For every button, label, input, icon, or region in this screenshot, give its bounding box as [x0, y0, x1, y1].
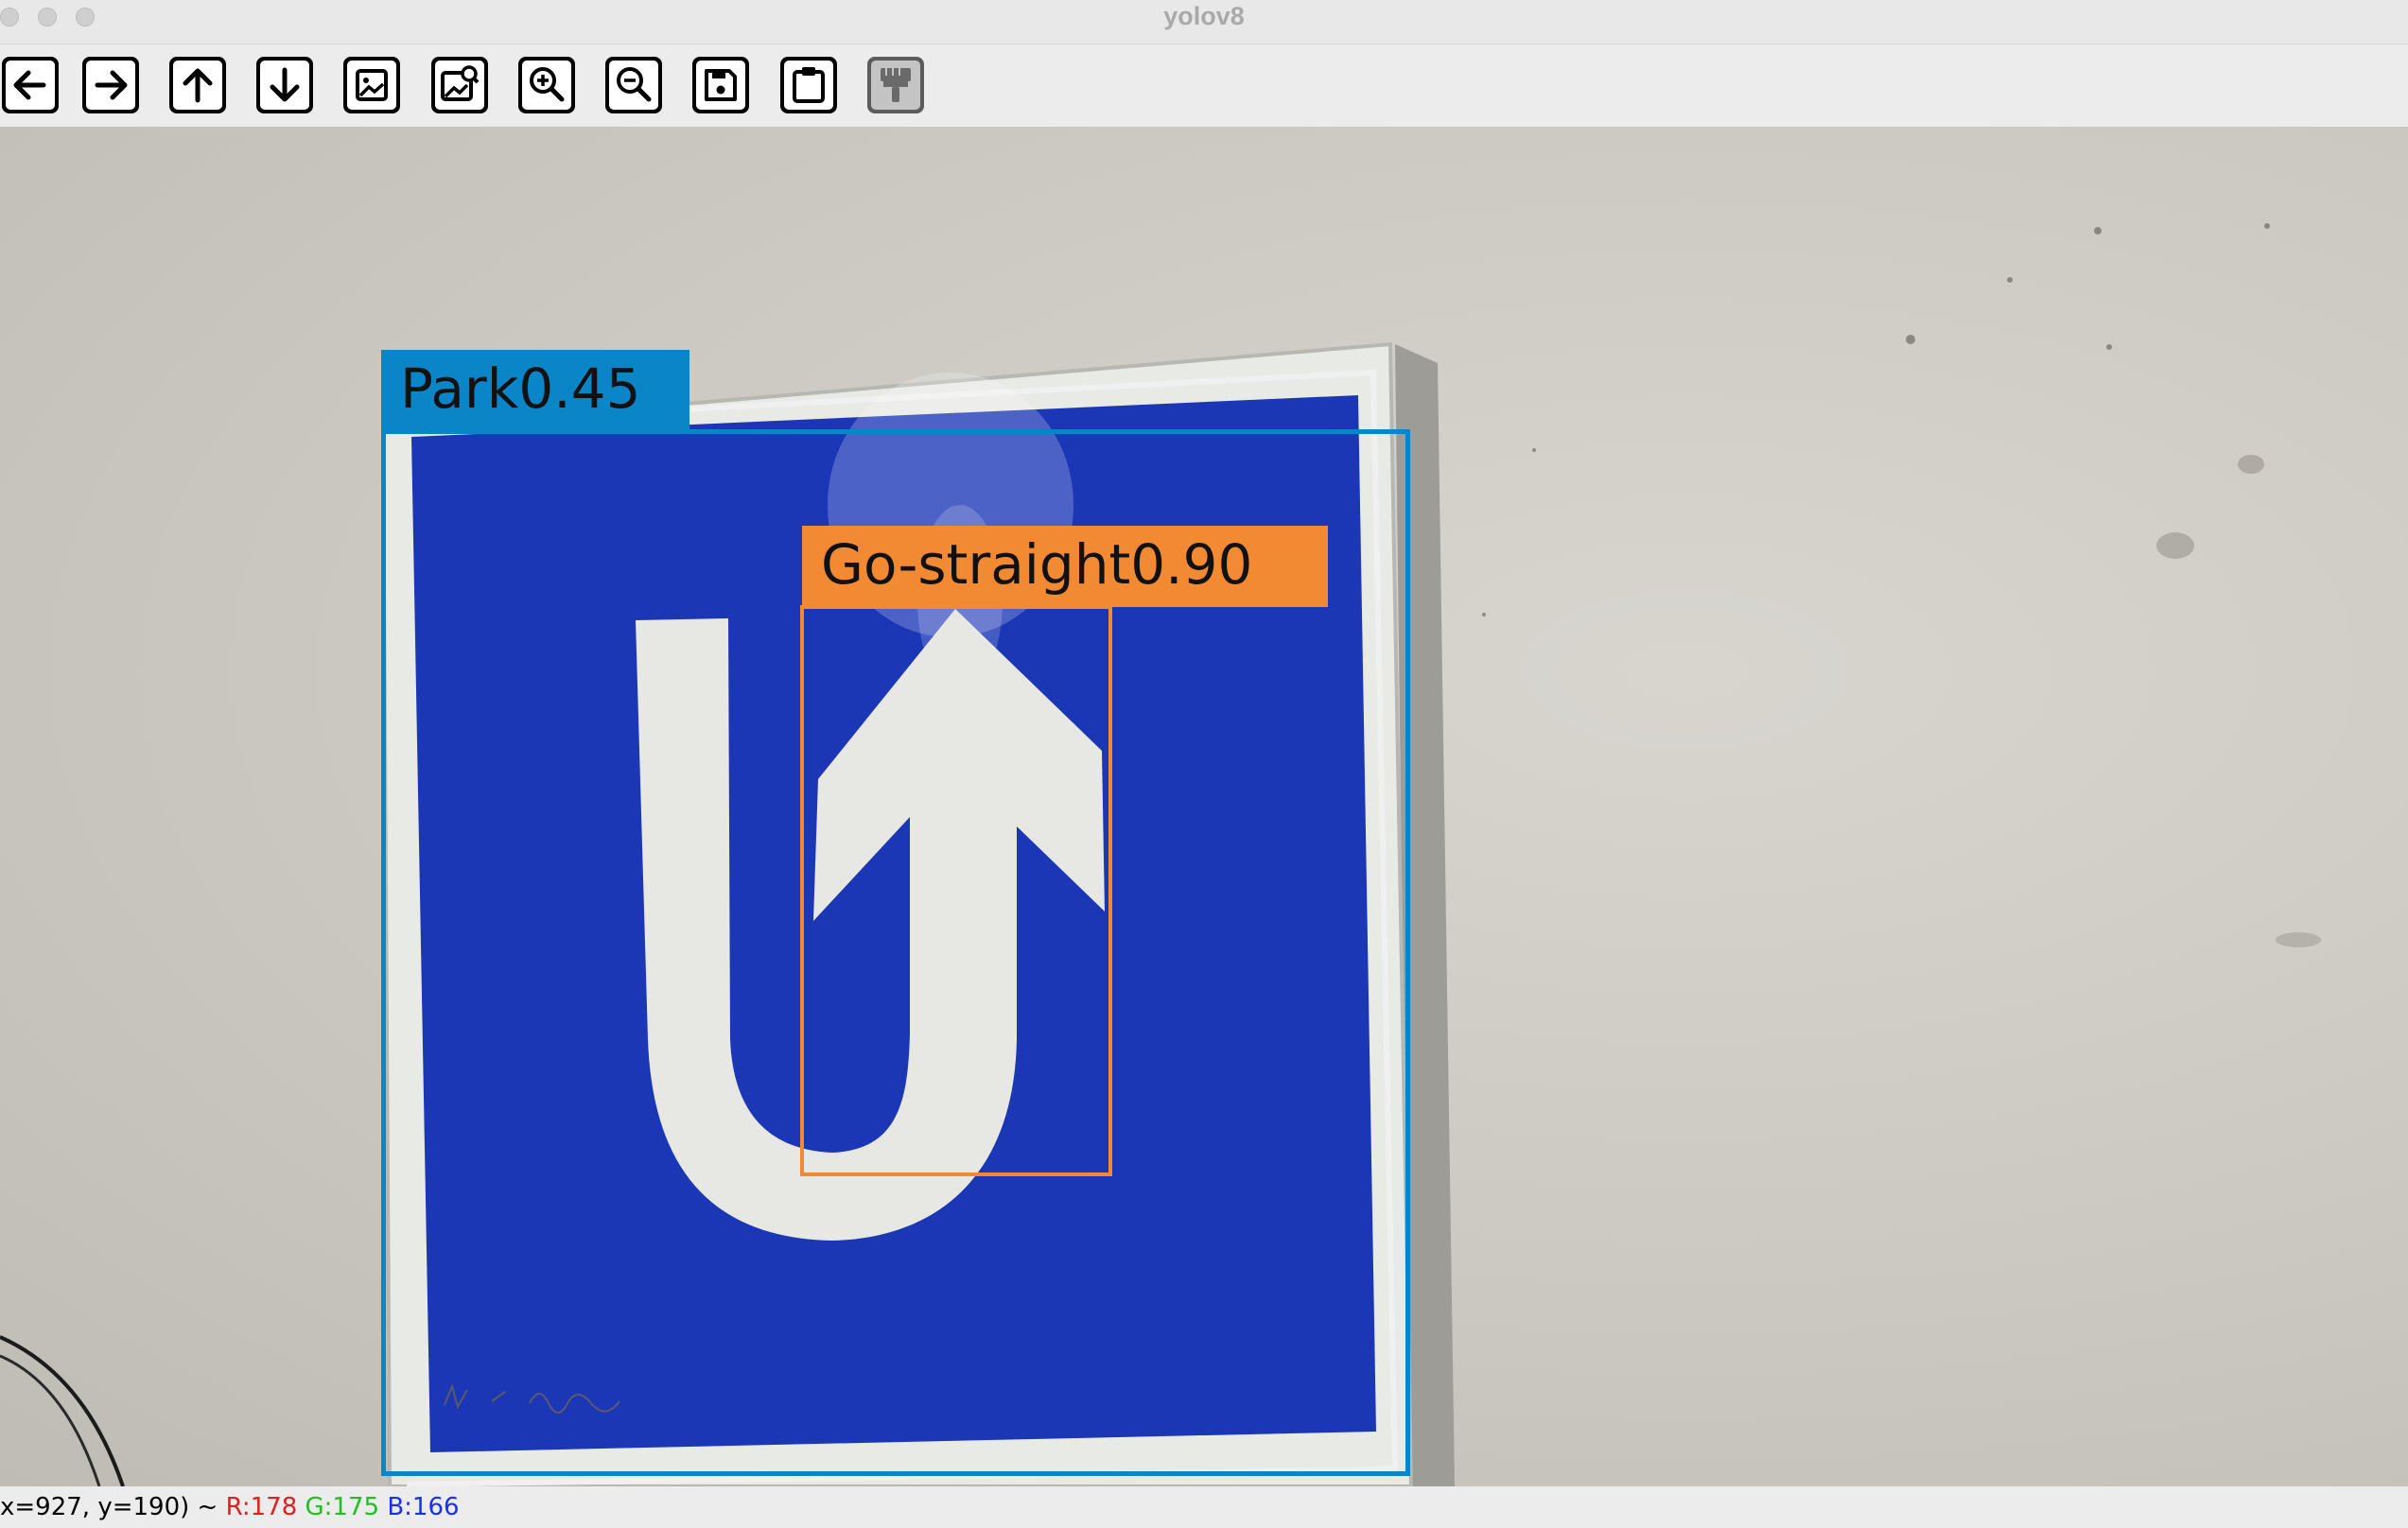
image-icon: [343, 57, 400, 113]
copy-clipboard-button[interactable]: [778, 55, 839, 115]
forward-button[interactable]: [80, 55, 141, 115]
paint-brush-icon: [867, 57, 924, 113]
status-red-value: R:178: [225, 1493, 298, 1521]
title-bar: yolov8: [0, 0, 2408, 44]
image-viewport[interactable]: Park0.45 Go-straight0.90: [0, 127, 2408, 1486]
status-bar: x=927, y=190) ~ R:178 G:175 B:166: [0, 1486, 2408, 1528]
status-green-value: G:175: [305, 1493, 380, 1521]
down-button[interactable]: [254, 55, 315, 115]
status-blue-value: B:166: [387, 1493, 460, 1521]
image-properties-button[interactable]: [429, 55, 490, 115]
properties-button[interactable]: [865, 55, 926, 115]
image-properties-icon: [431, 57, 488, 113]
toolbar: [0, 44, 2408, 128]
zoom-out-icon: [605, 57, 662, 113]
wall-marks: [1482, 223, 2321, 947]
save-button[interactable]: [690, 55, 751, 115]
cable: [0, 1335, 125, 1486]
up-button[interactable]: [167, 55, 228, 115]
status-coords: x=927, y=190) ~: [0, 1493, 226, 1521]
image-button[interactable]: [341, 55, 402, 115]
detection-label-go-straight: Go-straight0.90: [802, 526, 1328, 607]
zoom-in-icon: [518, 57, 575, 113]
back-button[interactable]: [0, 55, 61, 115]
zoom-out-button[interactable]: [603, 55, 664, 115]
detection-box-go-straight: [800, 605, 1112, 1176]
detection-label-park: Park0.45: [381, 350, 689, 431]
arrow-left-icon: [2, 57, 59, 113]
save-icon: [692, 57, 749, 113]
window-title: yolov8: [1163, 2, 1245, 30]
arrow-down-icon: [256, 57, 313, 113]
arrow-up-icon: [169, 57, 226, 113]
zoom-in-button[interactable]: [516, 55, 577, 115]
arrow-right-icon: [82, 57, 139, 113]
clipboard-icon: [780, 57, 837, 113]
